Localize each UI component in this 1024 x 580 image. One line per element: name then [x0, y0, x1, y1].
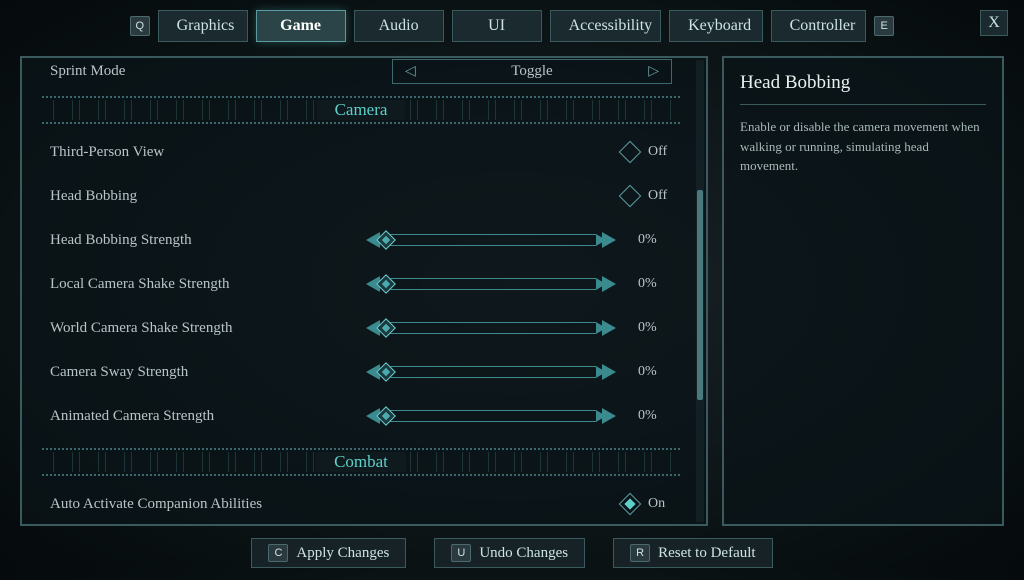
tab-ui[interactable]: UI [452, 10, 542, 42]
description-title: Head Bobbing [740, 72, 986, 94]
next-tab-key: E [874, 16, 894, 36]
scrollbar[interactable] [696, 60, 704, 522]
tab-audio[interactable]: Audio [354, 10, 444, 42]
slider-increase-icon[interactable] [602, 232, 616, 248]
description-text: Enable or disable the camera movement wh… [740, 117, 986, 176]
slider-animated[interactable] [366, 408, 616, 424]
bottom-action-bar: C Apply Changes U Undo Changes R Reset t… [0, 526, 1024, 580]
section-title-combat: Combat [316, 452, 406, 472]
scroll-thumb[interactable] [697, 190, 703, 400]
settings-panel: Sprint Mode ◁ Toggle ▷ Camera Third-Pers… [20, 56, 708, 526]
close-button[interactable]: X [980, 10, 1008, 36]
tab-game[interactable]: Game [256, 10, 346, 42]
row-third-person[interactable]: Third-Person View Off [42, 130, 680, 174]
undo-button[interactable]: U Undo Changes [434, 538, 585, 568]
section-title-camera: Camera [317, 100, 406, 120]
checkbox-auto-companion[interactable] [619, 493, 642, 516]
row-animated[interactable]: Animated Camera Strength 0% [42, 394, 680, 438]
row-world-shake[interactable]: World Camera Shake Strength 0% [42, 306, 680, 350]
row-auto-companion[interactable]: Auto Activate Companion Abilities On [42, 482, 680, 526]
row-head-bobbing[interactable]: Head Bobbing Off [42, 174, 680, 218]
main: Sprint Mode ◁ Toggle ▷ Camera Third-Pers… [0, 52, 1024, 526]
divider [740, 104, 986, 105]
row-head-bobbing-strength[interactable]: Head Bobbing Strength 0% [42, 218, 680, 262]
slider-local-shake[interactable] [366, 276, 616, 292]
row-sway[interactable]: Camera Sway Strength 0% [42, 350, 680, 394]
slider-increase-icon[interactable] [602, 320, 616, 336]
slider-sway[interactable] [366, 364, 616, 380]
tab-accessibility[interactable]: Accessibility [550, 10, 661, 42]
slider-increase-icon[interactable] [602, 364, 616, 380]
tab-controller[interactable]: Controller [771, 10, 867, 42]
prev-tab-key: Q [130, 16, 150, 36]
slider-world-shake[interactable] [366, 320, 616, 336]
reset-button[interactable]: R Reset to Default [613, 538, 772, 568]
row-sprint-mode[interactable]: Sprint Mode ◁ Toggle ▷ [42, 56, 680, 86]
checkbox-third-person[interactable] [619, 141, 642, 164]
top-tabbar: Q Graphics Game Audio UI Accessibility K… [0, 0, 1024, 52]
checkbox-head-bobbing[interactable] [619, 185, 642, 208]
row-local-shake[interactable]: Local Camera Shake Strength 0% [42, 262, 680, 306]
settings-content: Sprint Mode ◁ Toggle ▷ Camera Third-Pers… [22, 56, 706, 526]
slider-head-bobbing-strength[interactable] [366, 232, 616, 248]
tab-graphics[interactable]: Graphics [158, 10, 248, 42]
slider-increase-icon[interactable] [602, 276, 616, 292]
tab-keyboard[interactable]: Keyboard [669, 10, 763, 42]
apply-button[interactable]: C Apply Changes [251, 538, 406, 568]
selector-value: Toggle [511, 63, 552, 80]
chevron-left-icon[interactable]: ◁ [405, 63, 416, 80]
label-sprint-mode: Sprint Mode [50, 63, 340, 80]
section-combat: Combat [42, 444, 680, 480]
selector-sprint-mode[interactable]: ◁ Toggle ▷ [392, 59, 672, 84]
section-camera: Camera [42, 92, 680, 128]
chevron-right-icon[interactable]: ▷ [648, 63, 659, 80]
description-panel: Head Bobbing Enable or disable the camer… [722, 56, 1004, 526]
slider-increase-icon[interactable] [602, 408, 616, 424]
